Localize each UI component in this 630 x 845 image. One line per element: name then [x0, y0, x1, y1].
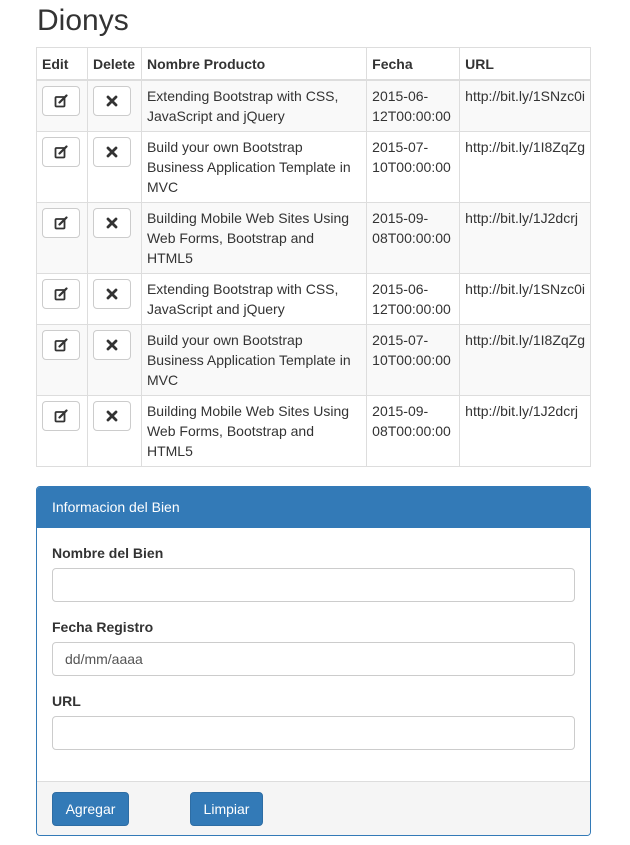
- table-row: Building Mobile Web Sites Using Web Form…: [36, 202, 591, 274]
- edit-icon: [54, 216, 68, 230]
- product-url: http://bit.ly/1I8ZqZg: [459, 324, 591, 396]
- delete-cell: [86, 273, 142, 325]
- product-date: 2015-06-12T00:00:00: [366, 273, 461, 325]
- delete-button[interactable]: [92, 86, 131, 116]
- product-date: 2015-07-10T00:00:00: [366, 324, 461, 396]
- date-input[interactable]: [52, 642, 575, 676]
- remove-icon: [106, 339, 118, 351]
- table-body: Extending Bootstrap with CSS, JavaScript…: [36, 79, 591, 467]
- product-date: 2015-09-08T00:00:00: [366, 395, 461, 467]
- date-label: Fecha Registro: [52, 619, 154, 635]
- edit-cell: [36, 395, 88, 467]
- product-name: Extending Bootstrap with CSS, JavaScript…: [140, 273, 368, 325]
- edit-cell: [36, 324, 88, 396]
- product-name: Building Mobile Web Sites Using Web Form…: [140, 202, 368, 274]
- product-name: Extending Bootstrap with CSS, JavaScript…: [140, 79, 368, 132]
- product-date: 2015-09-08T00:00:00: [366, 202, 461, 274]
- product-date: 2015-06-12T00:00:00: [366, 79, 461, 132]
- name-label: Nombre del Bien: [52, 545, 164, 561]
- table-row: Build your own Bootstrap Business Applic…: [36, 324, 591, 396]
- remove-icon: [106, 146, 118, 158]
- product-name: Build your own Bootstrap Business Applic…: [140, 131, 368, 203]
- header-date: Fecha: [366, 47, 461, 81]
- remove-icon: [106, 95, 118, 107]
- delete-cell: [86, 131, 142, 203]
- product-url: http://bit.ly/1SNzc0i: [459, 273, 591, 325]
- delete-button[interactable]: [92, 279, 131, 309]
- remove-icon: [106, 217, 118, 229]
- panel-footer: Agregar Limpiar: [37, 781, 590, 835]
- edit-icon: [54, 409, 68, 423]
- info-panel: Informacion del Bien Nombre del Bien Fec…: [36, 486, 591, 836]
- edit-icon: [54, 287, 68, 301]
- remove-icon: [106, 288, 118, 300]
- product-url: http://bit.ly/1J2dcrj: [459, 395, 591, 467]
- page-title: Dionys: [37, 4, 129, 37]
- delete-cell: [86, 324, 142, 396]
- product-url: http://bit.ly/1I8ZqZg: [459, 131, 591, 203]
- table-row: Extending Bootstrap with CSS, JavaScript…: [36, 273, 591, 325]
- delete-button[interactable]: [92, 208, 131, 238]
- edit-cell: [36, 79, 88, 132]
- product-date: 2015-07-10T00:00:00: [366, 131, 461, 203]
- products-table: Edit Delete Nombre Producto Fecha URL Ex…: [36, 47, 591, 467]
- url-group: URL: [52, 691, 575, 750]
- header-name: Nombre Producto: [140, 47, 368, 81]
- edit-cell: [36, 131, 88, 203]
- delete-cell: [86, 79, 142, 132]
- url-input[interactable]: [52, 716, 575, 750]
- edit-icon: [54, 338, 68, 352]
- date-group: Fecha Registro: [52, 617, 575, 676]
- edit-button[interactable]: [42, 401, 80, 431]
- product-name: Build your own Bootstrap Business Applic…: [140, 324, 368, 396]
- table-row: Building Mobile Web Sites Using Web Form…: [36, 395, 591, 467]
- delete-button[interactable]: [92, 401, 131, 431]
- edit-button[interactable]: [42, 86, 80, 116]
- product-url: http://bit.ly/1J2dcrj: [459, 202, 591, 274]
- clear-button[interactable]: Limpiar: [190, 792, 263, 826]
- edit-cell: [36, 273, 88, 325]
- remove-icon: [106, 410, 118, 422]
- edit-button[interactable]: [42, 279, 80, 309]
- edit-button[interactable]: [42, 330, 80, 360]
- edit-button[interactable]: [42, 208, 80, 238]
- panel-body: Nombre del Bien Fecha Registro URL: [37, 528, 590, 750]
- edit-icon: [54, 145, 68, 159]
- product-name: Building Mobile Web Sites Using Web Form…: [140, 395, 368, 467]
- delete-cell: [86, 202, 142, 274]
- table-row: Extending Bootstrap with CSS, JavaScript…: [36, 79, 591, 132]
- product-url: http://bit.ly/1SNzc0i: [459, 79, 591, 132]
- header-edit: Edit: [36, 47, 88, 81]
- header-url: URL: [459, 47, 591, 81]
- name-input[interactable]: [52, 568, 575, 602]
- table-row: Build your own Bootstrap Business Applic…: [36, 131, 591, 203]
- edit-cell: [36, 202, 88, 274]
- header-delete: Delete: [86, 47, 142, 81]
- url-label: URL: [52, 693, 81, 709]
- delete-button[interactable]: [92, 330, 131, 360]
- add-button[interactable]: Agregar: [52, 792, 129, 826]
- edit-button[interactable]: [42, 137, 80, 167]
- name-group: Nombre del Bien: [52, 543, 575, 602]
- delete-cell: [86, 395, 142, 467]
- edit-icon: [54, 94, 68, 108]
- table-header-row: Edit Delete Nombre Producto Fecha URL: [36, 47, 591, 81]
- delete-button[interactable]: [92, 137, 131, 167]
- panel-heading: Informacion del Bien: [37, 487, 590, 528]
